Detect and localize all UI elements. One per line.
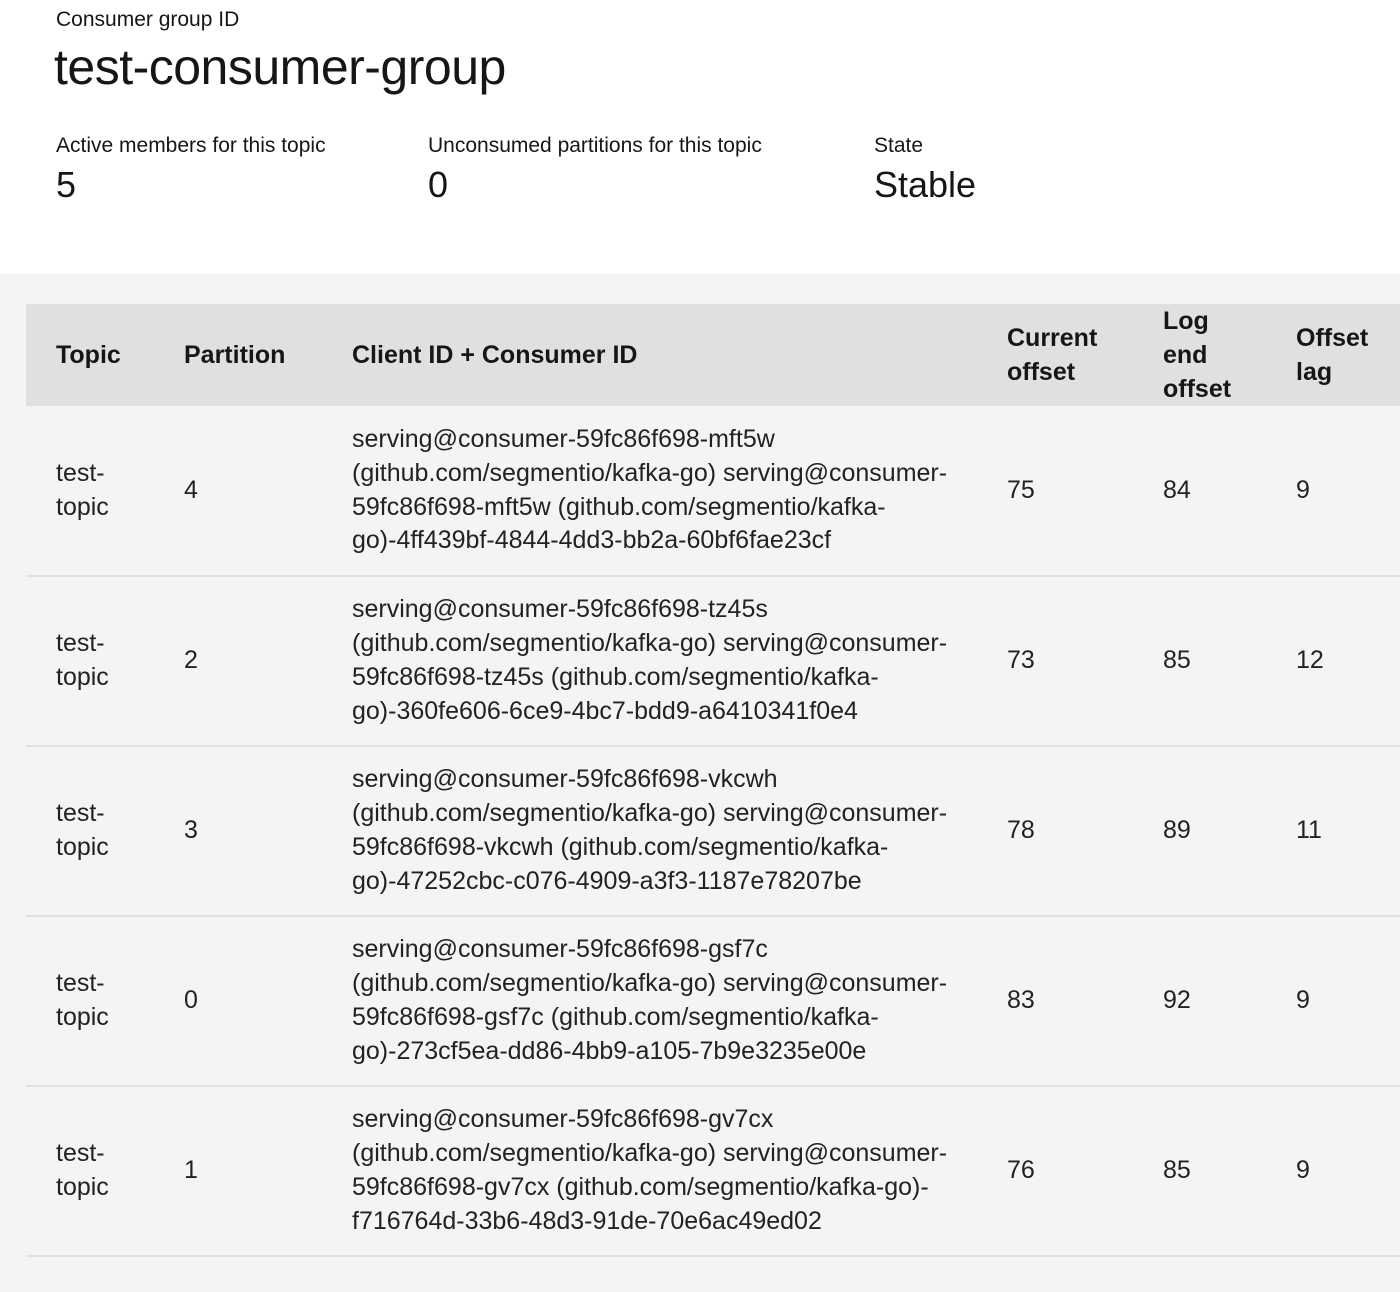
cell-partition: 4	[184, 475, 198, 504]
cell-current-offset: 83	[1007, 986, 1035, 1015]
cell-offset-lag: 9	[1296, 986, 1310, 1015]
state-stat: State Stable	[874, 134, 976, 206]
column-header-offset-lag[interactable]: Offset lag	[1296, 304, 1400, 406]
table-row: test-topic 3 serving@consumer-59fc86f698…	[26, 746, 1400, 916]
client-consumer-id-value: serving@consumer-59fc86f698-gsf7c (githu…	[352, 935, 948, 1065]
unconsumed-partitions-value: 0	[428, 164, 449, 205]
cell-current-offset: 73	[1007, 646, 1035, 675]
cell-offset-lag: 9	[1296, 475, 1310, 504]
table-row: test-topic 1 serving@consumer-59fc86f698…	[26, 1086, 1400, 1256]
client-consumer-id-value: serving@consumer-59fc86f698-mft5w (githu…	[352, 424, 948, 555]
consumers-table: Topic Partition Client ID + Consumer ID …	[26, 304, 1400, 1257]
column-header-log-end-offset[interactable]: Log end offset	[1163, 304, 1296, 406]
table-row: test-topic 4 serving@consumer-59fc86f698…	[26, 406, 1400, 576]
cell-partition: 0	[184, 986, 198, 1015]
cell-offset-lag: 9	[1296, 1156, 1310, 1185]
cell-client-consumer-id: serving@consumer-59fc86f698-tz45s (githu…	[352, 576, 1007, 746]
cell-log-end-offset: 89	[1163, 816, 1191, 845]
topic-value: test-topic	[56, 629, 109, 691]
table-body: test-topic 4 serving@consumer-59fc86f698…	[26, 406, 1400, 1256]
cell-topic: test-topic	[26, 916, 184, 1086]
cell-partition: 2	[184, 646, 198, 675]
cell-topic: test-topic	[26, 1086, 184, 1256]
cell-topic: test-topic	[26, 746, 184, 916]
cell-current-offset: 78	[1007, 816, 1035, 845]
column-header-topic[interactable]: Topic	[26, 304, 184, 406]
cell-topic: test-topic	[26, 406, 184, 576]
cell-current-offset: 76	[1007, 1156, 1035, 1185]
cell-log-end-offset: 92	[1163, 986, 1191, 1015]
cell-partition: 1	[184, 1156, 198, 1185]
cell-client-consumer-id: serving@consumer-59fc86f698-vkcwh (githu…	[352, 746, 1007, 916]
column-header-current-offset[interactable]: Current offset	[1007, 304, 1163, 406]
cell-offset-lag: 11	[1296, 816, 1322, 845]
table-header-row: Topic Partition Client ID + Consumer ID …	[26, 304, 1400, 406]
consumer-group-id-label: Consumer group ID	[56, 8, 240, 31]
cell-topic: test-topic	[26, 576, 184, 746]
unconsumed-partitions-label: Unconsumed partitions for this topic	[428, 134, 762, 157]
topic-value: test-topic	[56, 799, 109, 861]
column-header-partition[interactable]: Partition	[184, 304, 352, 406]
active-members-value: 5	[56, 164, 77, 205]
client-consumer-id-value: serving@consumer-59fc86f698-vkcwh (githu…	[352, 765, 948, 895]
consumer-group-title: test-consumer-group	[54, 39, 506, 95]
cell-log-end-offset: 85	[1163, 646, 1191, 675]
client-consumer-id-value: serving@consumer-59fc86f698-tz45s (githu…	[352, 595, 948, 725]
table-row: test-topic 0 serving@consumer-59fc86f698…	[26, 916, 1400, 1086]
state-label: State	[874, 134, 924, 157]
cell-client-consumer-id: serving@consumer-59fc86f698-gv7cx (githu…	[352, 1086, 1007, 1256]
consumer-group-header: Consumer group ID test-consumer-group Ac…	[0, 0, 1400, 274]
cell-log-end-offset: 84	[1163, 475, 1191, 504]
consumers-content: Topic Partition Client ID + Consumer ID …	[0, 274, 1400, 1292]
cell-current-offset: 75	[1007, 475, 1035, 504]
topic-value: test-topic	[56, 1139, 109, 1201]
state-value: Stable	[874, 164, 977, 205]
table-row: test-topic 2 serving@consumer-59fc86f698…	[26, 576, 1400, 746]
active-members-stat: Active members for this topic 5	[56, 134, 326, 206]
cell-offset-lag: 12	[1296, 646, 1324, 675]
client-consumer-id-value: serving@consumer-59fc86f698-gv7cx (githu…	[352, 1105, 948, 1235]
cell-client-consumer-id: serving@consumer-59fc86f698-mft5w (githu…	[352, 406, 1007, 576]
topic-value: test-topic	[56, 458, 109, 521]
column-header-current-offset-label: Current offset	[1007, 324, 1098, 386]
column-header-offset-lag-label: Offset lag	[1296, 324, 1369, 386]
cell-partition: 3	[184, 816, 198, 845]
table-header: Topic Partition Client ID + Consumer ID …	[26, 304, 1400, 406]
cell-log-end-offset: 85	[1163, 1156, 1191, 1185]
active-members-label: Active members for this topic	[56, 134, 326, 157]
cell-client-consumer-id: serving@consumer-59fc86f698-gsf7c (githu…	[352, 916, 1007, 1086]
topic-value: test-topic	[56, 969, 109, 1031]
column-header-log-end-offset-label: Log end offset	[1163, 307, 1232, 403]
unconsumed-partitions-stat: Unconsumed partitions for this topic 0	[428, 134, 762, 206]
column-header-client-consumer-id[interactable]: Client ID + Consumer ID	[352, 304, 1007, 406]
